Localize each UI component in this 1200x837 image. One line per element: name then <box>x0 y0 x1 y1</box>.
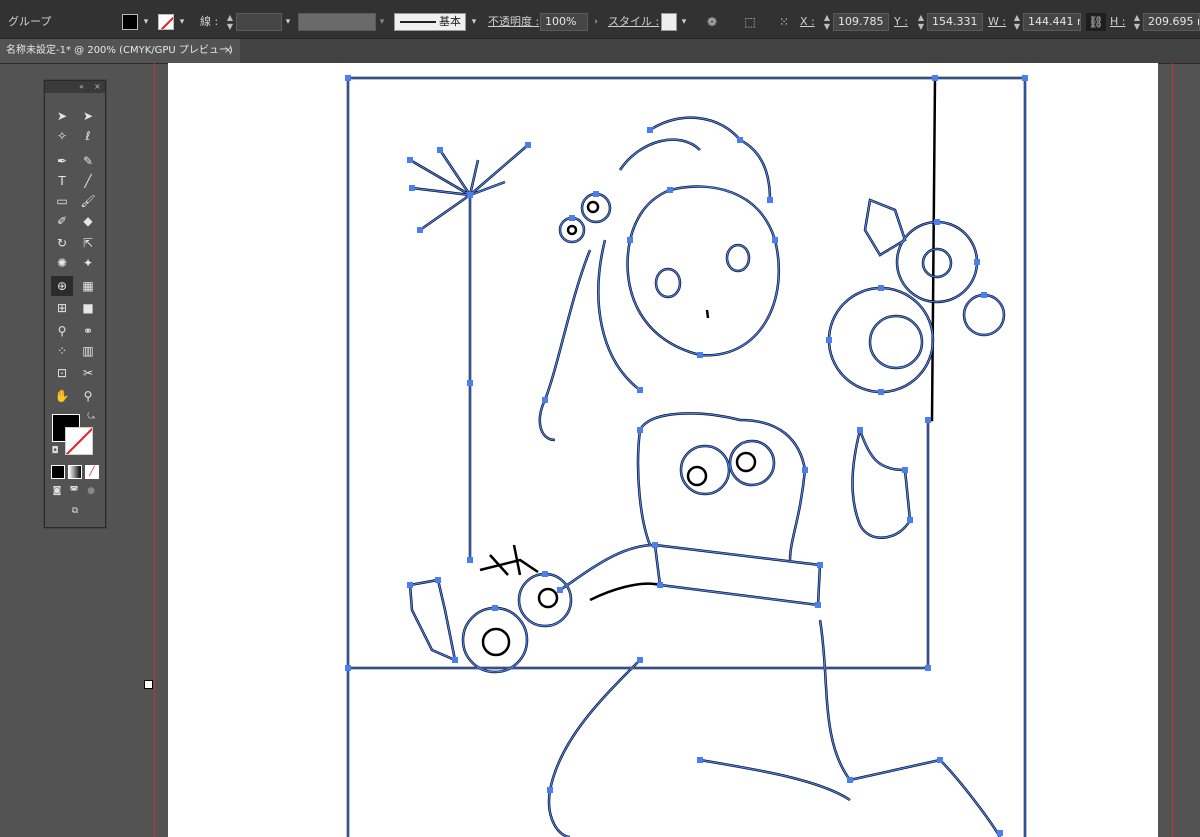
artboard-tool-icon[interactable]: ⊡ <box>51 363 73 383</box>
close-icon[interactable]: × <box>222 39 234 63</box>
perspective-grid-tool-icon[interactable]: ▦ <box>77 276 99 296</box>
fill-dropdown-icon[interactable]: ▾ <box>140 13 152 31</box>
shaper-tool-icon[interactable]: ✐ <box>51 211 73 231</box>
color-mode-icon[interactable] <box>51 465 65 479</box>
collapse-panel-icon[interactable]: « <box>79 81 84 93</box>
close-panel-icon[interactable]: × <box>94 81 101 93</box>
mesh-tool-icon[interactable]: ⊞ <box>51 298 73 318</box>
h-field[interactable]: 209.695 m <box>1143 13 1200 31</box>
w-spinner-icon[interactable]: ▲ ▼ <box>1012 13 1022 31</box>
fill-swatch[interactable] <box>122 14 138 30</box>
brush-stroke-preview-icon <box>400 21 436 23</box>
swap-fill-stroke-icon[interactable]: ⤿ <box>85 411 97 423</box>
x-spinner-icon[interactable]: ▲ ▼ <box>822 13 832 31</box>
slice-tool-icon[interactable]: ✂ <box>77 363 99 383</box>
x-field[interactable]: 109.785 m <box>833 13 889 31</box>
brush-label: 基本 <box>439 15 461 28</box>
opacity-label[interactable]: 不透明度 : <box>488 13 539 31</box>
hand-tool-icon[interactable]: ✋ <box>51 386 73 406</box>
pen-tool-icon[interactable]: ✒ <box>51 151 73 171</box>
paintbrush-tool-icon[interactable]: 🖌 <box>77 191 99 211</box>
zoom-tool-icon[interactable]: ⚲ <box>77 386 99 406</box>
align-options-icon[interactable]: ⬚ <box>740 13 760 31</box>
tools-panel-header[interactable]: « × <box>45 81 105 93</box>
y-field[interactable]: 154.331 m <box>927 13 983 31</box>
brush-dropdown-icon[interactable]: ▾ <box>468 13 480 31</box>
lasso-tool-icon[interactable]: ℓ <box>77 126 99 146</box>
style-label[interactable]: スタイル : <box>608 13 659 31</box>
rectangle-tool-icon[interactable]: ▭ <box>51 191 73 211</box>
variable-width-profile[interactable] <box>298 13 376 31</box>
draw-normal-icon[interactable]: ◙ <box>51 485 63 497</box>
draw-behind-icon[interactable]: ◚ <box>68 485 80 497</box>
y-spinner-icon[interactable]: ▲ ▼ <box>916 13 926 31</box>
eraser-tool-icon[interactable]: ◆ <box>77 211 99 231</box>
control-bar: グループ ▾ ▾ 線 : ▲ ▼ ▾ ▾ 基本 ▾ 不透明度 : 100% › ス… <box>0 6 1200 39</box>
selection-handle[interactable] <box>144 680 153 689</box>
artwork-paths <box>346 76 1027 837</box>
symbol-sprayer-tool-icon[interactable]: ⁘ <box>51 341 73 361</box>
document-tab-bar: 名称未設定-1* @ 200% (CMYK/GPU プレビュー) × <box>0 39 1200 64</box>
recolor-artwork-icon[interactable]: ❁ <box>702 13 722 31</box>
constrain-proportions-link-icon[interactable]: ⛓ <box>1086 13 1106 31</box>
blend-tool-icon[interactable]: ⚭ <box>77 321 99 341</box>
shape-builder-tool-icon[interactable]: ⊕ <box>51 276 73 296</box>
document-tab[interactable]: 名称未設定-1* @ 200% (CMYK/GPU プレビュー) × <box>0 39 240 63</box>
direct-selection-tool-icon[interactable]: ➤ <box>77 106 99 126</box>
stroke-weight-spinner-icon[interactable]: ▲ ▼ <box>225 13 235 31</box>
stroke-color-box[interactable] <box>65 427 93 455</box>
h-spinner-icon[interactable]: ▲ ▼ <box>1132 13 1142 31</box>
draw-inside-icon[interactable]: ● <box>85 485 97 497</box>
stroke-weight-field[interactable] <box>236 13 282 31</box>
stroke-swatch[interactable] <box>158 14 174 30</box>
rotate-tool-icon[interactable]: ↻ <box>51 233 73 253</box>
brush-definition[interactable]: 基本 <box>394 13 466 31</box>
y-label: Y : <box>894 15 908 28</box>
gradient-tool-icon[interactable]: ■ <box>77 298 99 318</box>
selection-type-label: グループ <box>8 15 52 28</box>
document-tab-title: 名称未設定-1* @ 200% (CMYK/GPU プレビュー) <box>6 45 233 56</box>
column-graph-tool-icon[interactable]: ▥ <box>77 341 99 361</box>
style-swatch[interactable] <box>661 13 677 31</box>
w-field[interactable]: 144.441 m <box>1023 13 1081 31</box>
screen-mode-icon[interactable]: ⧉ <box>67 505 83 517</box>
w-label: W : <box>988 15 1007 28</box>
stroke-weight-dropdown-icon[interactable]: ▾ <box>282 13 294 31</box>
scale-tool-icon[interactable]: ⇱ <box>77 233 99 253</box>
curvature-tool-icon[interactable]: ✎ <box>77 151 99 171</box>
type-tool-icon[interactable]: T <box>51 171 73 191</box>
style-dropdown-icon[interactable]: ▾ <box>678 13 690 31</box>
puppet-warp-tool-icon[interactable]: ✦ <box>77 253 99 273</box>
gradient-mode-icon[interactable] <box>68 465 82 479</box>
profile-dropdown-icon[interactable]: ▾ <box>376 13 388 31</box>
default-fill-stroke-icon[interactable]: ◘ <box>49 445 61 457</box>
opacity-field[interactable]: 100% <box>540 13 588 31</box>
opacity-arrow-icon[interactable]: › <box>590 13 602 31</box>
tools-panel: « × ➤ ➤ ✧ ℓ ✒ ✎ T ╱ ▭ 🖌 ✐ ◆ ↻ ⇱ ✺ ✦ ⊕ ▦ ⊞ ■ ⚲ ⚭ ⁘ ▥ ⊡ ✂ ✋ ⚲ ⤿ ◘ ╱ ◙… <box>44 80 106 528</box>
warp-tool-icon[interactable]: ✺ <box>51 253 73 273</box>
reference-point-icon[interactable]: ⁙ <box>774 13 794 31</box>
selection-tool-icon[interactable]: ➤ <box>51 106 73 126</box>
stroke-label: 線 : <box>200 15 219 28</box>
line-tool-icon[interactable]: ╱ <box>77 171 99 191</box>
stroke-dropdown-icon[interactable]: ▾ <box>176 13 188 31</box>
magic-wand-tool-icon[interactable]: ✧ <box>51 126 73 146</box>
none-mode-icon[interactable]: ╱ <box>85 465 99 479</box>
artwork-canvas[interactable] <box>0 63 1200 837</box>
eyedropper-tool-icon[interactable]: ⚲ <box>51 321 73 341</box>
x-label: X : <box>800 15 815 28</box>
h-label: H : <box>1110 15 1126 28</box>
